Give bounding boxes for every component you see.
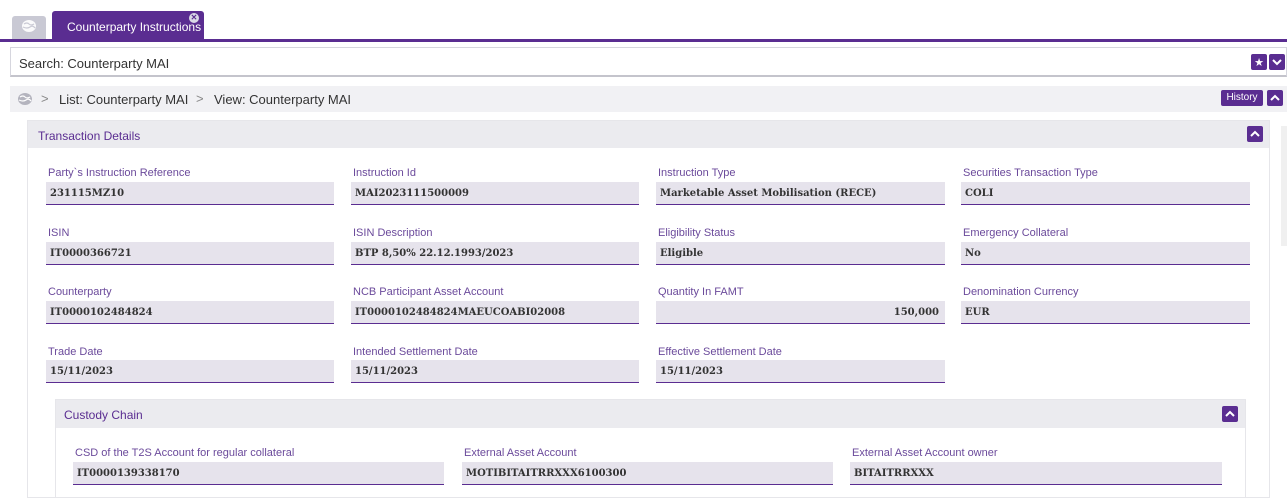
star-icon[interactable]: ★ — [1251, 54, 1267, 70]
field-label: Counterparty — [48, 286, 112, 298]
panel-title: Custody Chain — [64, 408, 143, 422]
field-label: Intended Settlement Date — [353, 346, 478, 358]
field-label: ISIN Description — [353, 227, 433, 239]
field-label: External Asset Account owner — [852, 447, 998, 459]
transaction-details-header: Transaction Details — [28, 121, 1269, 148]
breadcrumb-list[interactable]: List: Counterparty MAI — [59, 92, 188, 107]
quantity-in-famt-field: 150,000 — [656, 301, 945, 324]
chevron-down-icon[interactable] — [1269, 54, 1285, 70]
instruction-id-field: MAI2023111500009 — [351, 182, 639, 205]
field-label: CSD of the T2S Account for regular colla… — [75, 447, 295, 459]
search-bar[interactable]: Search: Counterparty MAI ★ — [10, 47, 1287, 77]
emergency-collateral-field: No — [961, 242, 1250, 265]
csd-t2s-account-field: IT0000139338170 — [73, 462, 444, 485]
globe-icon — [21, 19, 37, 36]
field-label: Denomination Currency — [963, 286, 1079, 298]
breadcrumb-view: View: Counterparty MAI — [214, 92, 352, 107]
search-title: Search: Counterparty MAI — [19, 56, 170, 71]
field-label: Eligibility Status — [658, 227, 736, 239]
field-label: Instruction Id — [353, 167, 416, 179]
globe-icon[interactable] — [17, 92, 33, 109]
ncb-participant-asset-account-field: IT0000102484824MAEUCOABI02008 — [351, 301, 639, 324]
field-label: Quantity In FAMT — [658, 286, 744, 298]
chevron-up-icon[interactable] — [1267, 90, 1283, 106]
field-label: Emergency Collateral — [963, 227, 1069, 239]
field-label: Effective Settlement Date — [658, 346, 782, 358]
field-label: Instruction Type — [658, 167, 736, 179]
party-instruction-reference-field: 231115MZ10 — [46, 182, 334, 205]
tab-label: Counterparty Instructions — [67, 20, 202, 34]
intended-settlement-date-field: 15/11/2023 — [351, 360, 639, 383]
instruction-type-field: Marketable Asset Mobilisation (RECE) — [656, 182, 945, 205]
breadcrumb: > List: Counterparty MAI > View: Counter… — [10, 86, 1287, 112]
field-label: ISIN — [48, 227, 70, 239]
breadcrumb-separator-icon: > — [41, 91, 49, 106]
tab-counterparty-instructions[interactable]: Counterparty Instructions ✕ — [52, 11, 204, 39]
field-label: Securities Transaction Type — [963, 167, 1098, 179]
securities-transaction-type-field: COLI — [961, 182, 1250, 205]
scrollbar[interactable] — [1281, 126, 1287, 246]
isin-field: IT0000366721 — [46, 242, 334, 265]
tab-home[interactable] — [12, 16, 46, 39]
external-asset-account-owner-field: BITAITRRXXX — [850, 462, 1222, 485]
field-label: NCB Participant Asset Account — [353, 286, 504, 298]
denomination-currency-field: EUR — [961, 301, 1250, 324]
isin-description-field: BTP 8,50% 22.12.1993/2023 — [351, 242, 639, 265]
effective-settlement-date-field: 15/11/2023 — [656, 360, 945, 383]
custody-chain-header: Custody Chain — [56, 400, 1245, 428]
field-label: Trade Date — [48, 346, 103, 358]
external-asset-account-field: MOTIBITAITRRXXX6100300 — [462, 462, 833, 485]
chevron-up-icon[interactable] — [1222, 406, 1238, 422]
counterparty-field: IT0000102484824 — [46, 301, 334, 324]
history-button[interactable]: History — [1221, 90, 1263, 106]
tab-bar: Counterparty Instructions ✕ — [0, 0, 1287, 42]
field-label: Party`s Instruction Reference — [48, 167, 191, 179]
field-label: External Asset Account — [464, 447, 577, 459]
panel-title: Transaction Details — [38, 129, 141, 143]
breadcrumb-separator-icon: > — [196, 91, 204, 106]
close-icon[interactable]: ✕ — [189, 13, 199, 23]
eligibility-status-field: Eligible — [656, 242, 945, 265]
chevron-up-icon[interactable] — [1247, 126, 1263, 142]
trade-date-field: 15/11/2023 — [46, 360, 334, 383]
